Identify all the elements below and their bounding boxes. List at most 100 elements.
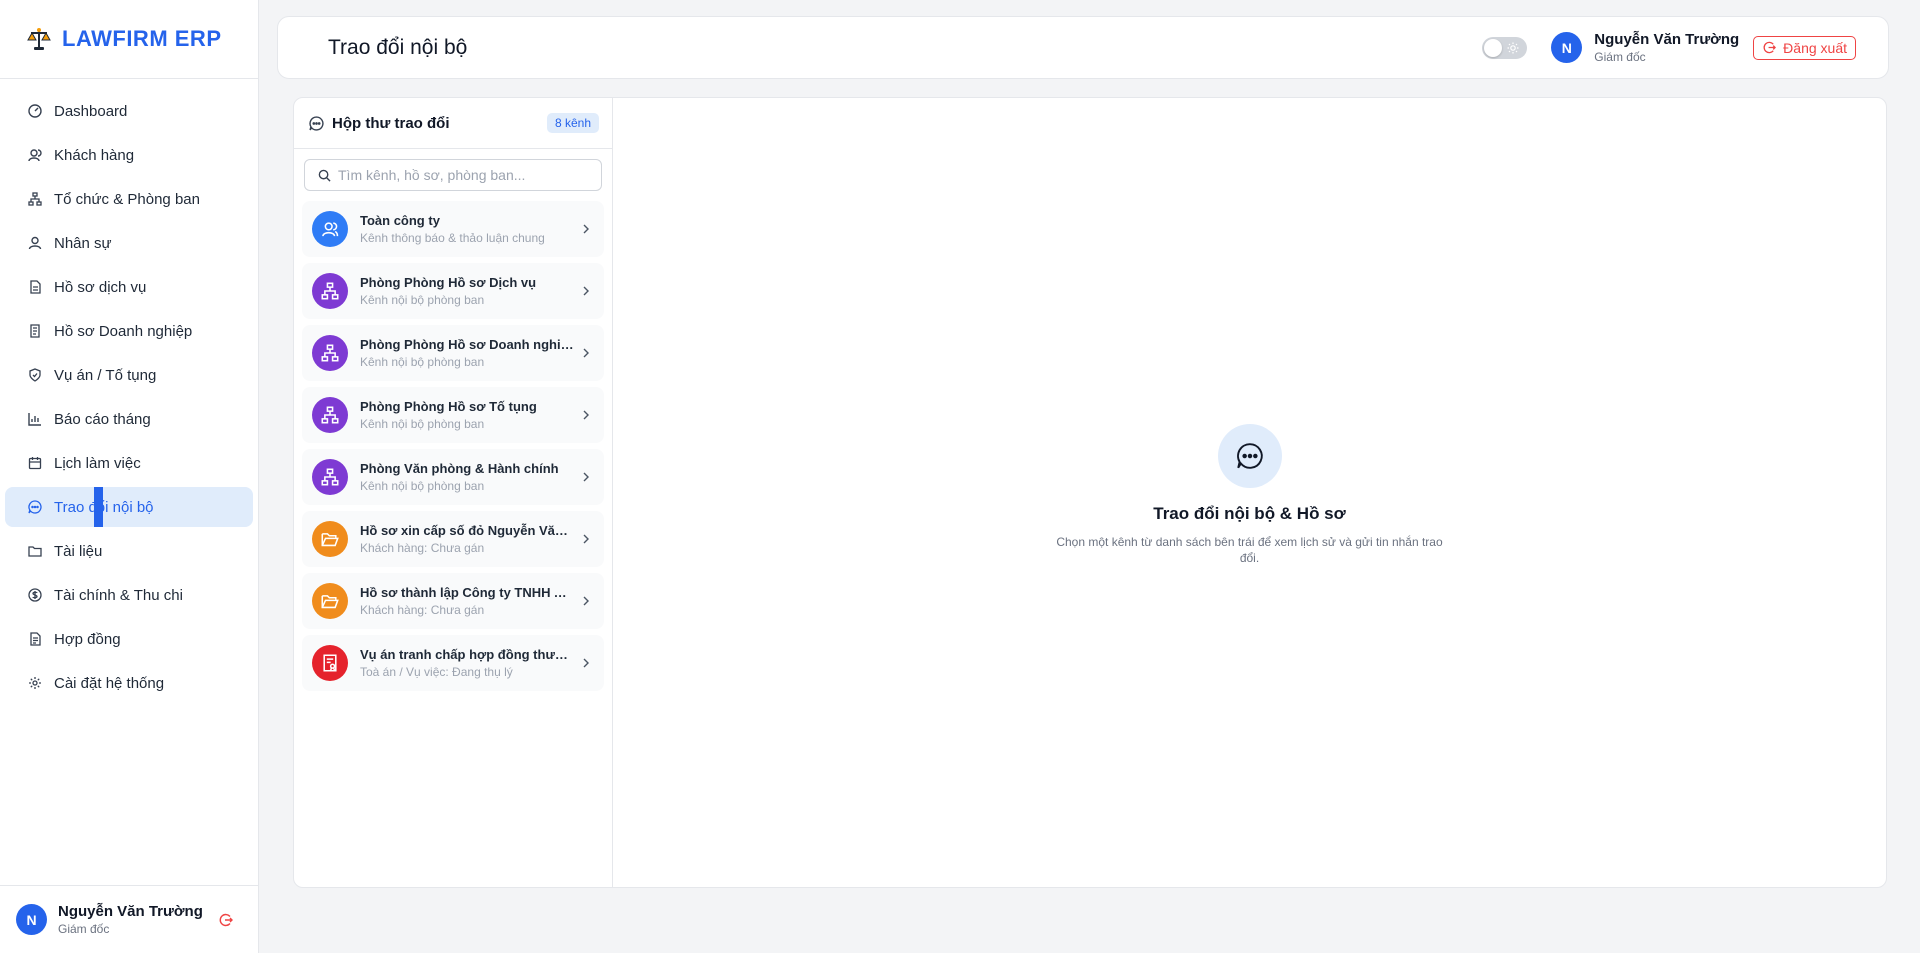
sidebar-item-hr[interactable]: Nhân sự — [5, 223, 253, 263]
user-role: Giám đốc — [1594, 50, 1646, 64]
channel-item[interactable]: Hồ sơ thành lập Công ty TNHH ABC Khách h… — [302, 573, 604, 629]
channel-item[interactable]: Phòng Phòng Hồ sơ Dịch vụ Kênh nội bộ ph… — [302, 263, 604, 319]
chevron-right-icon — [580, 471, 592, 483]
channel-name: Phòng Phòng Hồ sơ Dịch vụ — [360, 275, 537, 290]
search-input[interactable] — [338, 167, 578, 183]
channel-subtitle: Toà án / Vụ việc: Đang thụ lý — [360, 665, 513, 679]
channel-subtitle: Kênh nội bộ phòng ban — [360, 479, 485, 493]
dollar-icon — [27, 587, 43, 603]
sidebar-item-schedule[interactable]: Lịch làm việc — [5, 443, 253, 483]
file-text-icon — [27, 323, 43, 339]
channel-subtitle: Kênh thông báo & thảo luận chung — [360, 231, 545, 245]
sidebar-item-business-files[interactable]: Hồ sơ Doanh nghiệp — [5, 311, 253, 351]
channel-subtitle: Khách hàng: Chưa gán — [360, 541, 485, 555]
bar-chart-icon — [27, 411, 43, 427]
chevron-right-icon — [580, 285, 592, 297]
sidebar-item-label: Tài liệu — [54, 542, 103, 560]
channel-subtitle: Kênh nội bộ phòng ban — [360, 417, 485, 431]
logout-icon — [1762, 41, 1776, 55]
toggle-knob — [1484, 38, 1503, 57]
channel-subtitle: Kênh nội bộ phòng ban — [360, 293, 485, 307]
sidebar-item-monthly-report[interactable]: Báo cáo tháng — [5, 399, 253, 439]
contract-icon — [27, 631, 43, 647]
user-name: Nguyễn Văn Trường — [58, 903, 203, 920]
org-chart-icon — [312, 335, 348, 371]
theme-toggle[interactable] — [1482, 36, 1528, 59]
channel-item[interactable]: Phòng Văn phòng & Hành chính Kênh nội bộ… — [302, 449, 604, 505]
chevron-right-icon — [580, 223, 592, 235]
logout-button[interactable]: Đăng xuất — [1753, 35, 1856, 60]
sidebar: LAWFIRM ERP Dashboard Khách hàng Tổ chức… — [0, 0, 259, 953]
folder-open-icon — [312, 521, 348, 557]
empty-state-description: Chọn một kênh từ danh sách bên trái để x… — [1056, 535, 1443, 565]
channel-list: Toàn công ty Kênh thông báo & thảo luận … — [294, 191, 612, 691]
channel-item[interactable]: Phòng Phòng Hồ sơ Doanh nghiệp Kênh nội … — [302, 325, 604, 381]
folder-icon — [27, 543, 43, 559]
sidebar-user-panel: N Nguyễn Văn Trường Giám đốc — [0, 885, 259, 953]
page-title: Trao đổi nội bộ — [328, 35, 468, 59]
channel-item[interactable]: Hồ sơ xin cấp số đỏ Nguyễn Văn A Khách h… — [302, 511, 604, 567]
calendar-icon — [27, 455, 43, 471]
channel-subtitle: Khách hàng: Chưa gán — [360, 603, 485, 617]
sidebar-item-documents[interactable]: Tài liệu — [5, 531, 253, 571]
sidebar-item-label: Dashboard — [54, 102, 128, 120]
sidebar-item-internal-chat[interactable]: Trao đổi nội bộ — [5, 487, 253, 527]
chevron-right-icon — [580, 533, 592, 545]
channel-name: Hồ sơ xin cấp số đỏ Nguyễn Văn A — [360, 523, 574, 538]
channel-name: Phòng Phòng Hồ sơ Doanh nghiệp — [360, 337, 574, 352]
logout-icon[interactable] — [217, 911, 235, 929]
channel-subtitle: Kênh nội bộ phòng ban — [360, 355, 485, 369]
channel-name: Phòng Văn phòng & Hành chính — [360, 461, 559, 476]
org-chart-icon — [312, 273, 348, 309]
avatar[interactable]: N — [16, 904, 47, 935]
top-bar: Trao đổi nội bộ N Nguyễn Văn Trường Giám… — [277, 16, 1889, 79]
sidebar-item-organization[interactable]: Tổ chức & Phòng ban — [5, 179, 253, 219]
sidebar-item-label: Cài đặt hệ thống — [54, 674, 165, 692]
gear-icon — [27, 675, 43, 691]
chevron-right-icon — [580, 657, 592, 669]
sidebar-nav: Dashboard Khách hàng Tổ chức & Phòng ban… — [0, 79, 258, 703]
sidebar-item-label: Hồ sơ Doanh nghiệp — [54, 322, 193, 340]
channel-name: Vụ án tranh chấp hợp đồng thương... — [360, 647, 574, 662]
channel-search[interactable] — [304, 159, 602, 191]
sidebar-item-label: Tổ chức & Phòng ban — [54, 190, 200, 208]
sidebar-item-litigation[interactable]: Vụ án / Tố tụng — [5, 355, 253, 395]
sidebar-item-contracts[interactable]: Hợp đồng — [5, 619, 253, 659]
search-icon — [317, 168, 331, 182]
file-icon — [27, 279, 43, 295]
org-chart-icon — [27, 191, 43, 207]
chat-bubble-icon — [1217, 424, 1282, 488]
sidebar-item-settings[interactable]: Cài đặt hệ thống — [5, 663, 253, 703]
brand-name: LAWFIRM ERP — [62, 26, 222, 51]
avatar[interactable]: N — [1551, 32, 1583, 63]
sidebar-item-label: Hợp đồng — [54, 630, 121, 648]
sidebar-item-label: Lịch làm việc — [54, 454, 141, 472]
channel-count-badge: 8 kênh — [546, 113, 599, 133]
channel-item[interactable]: Vụ án tranh chấp hợp đồng thương... Toà … — [302, 635, 604, 691]
sun-icon — [1506, 41, 1520, 55]
channel-name: Toàn công ty — [360, 213, 440, 228]
chat-panel: Hộp thư trao đổi 8 kênh Toàn công ty Kên… — [293, 97, 1887, 888]
user-role: Giám đốc — [58, 922, 110, 936]
sidebar-item-customers[interactable]: Khách hàng — [5, 135, 253, 175]
sidebar-item-service-files[interactable]: Hồ sơ dịch vụ — [5, 267, 253, 307]
conversation-area: Trao đổi nội bộ & Hồ sơ Chọn một kênh từ… — [613, 98, 1886, 887]
chevron-right-icon — [580, 595, 592, 607]
org-chart-icon — [312, 459, 348, 495]
brand[interactable]: LAWFIRM ERP — [0, 0, 258, 79]
scales-of-justice-icon — [26, 26, 52, 52]
folder-open-icon — [312, 583, 348, 619]
channel-name: Hồ sơ thành lập Công ty TNHH ABC — [360, 585, 574, 600]
channel-name: Phòng Phòng Hồ sơ Tố tụng — [360, 399, 537, 414]
sidebar-item-dashboard[interactable]: Dashboard — [5, 91, 253, 131]
sidebar-item-label: Tài chính & Thu chi — [54, 586, 183, 604]
channel-item[interactable]: Phòng Phòng Hồ sơ Tố tụng Kênh nội bộ ph… — [302, 387, 604, 443]
channel-item[interactable]: Toàn công ty Kênh thông báo & thảo luận … — [302, 201, 604, 257]
sidebar-item-finance[interactable]: Tài chính & Thu chi — [5, 575, 253, 615]
sidebar-item-label: Khách hàng — [54, 146, 135, 164]
gauge-icon — [27, 103, 43, 119]
sidebar-item-label: Trao đổi nội bộ — [54, 498, 154, 516]
sidebar-item-label: Báo cáo tháng — [54, 410, 151, 428]
sidebar-item-label: Vụ án / Tố tụng — [54, 366, 157, 384]
chat-icon — [27, 499, 43, 515]
